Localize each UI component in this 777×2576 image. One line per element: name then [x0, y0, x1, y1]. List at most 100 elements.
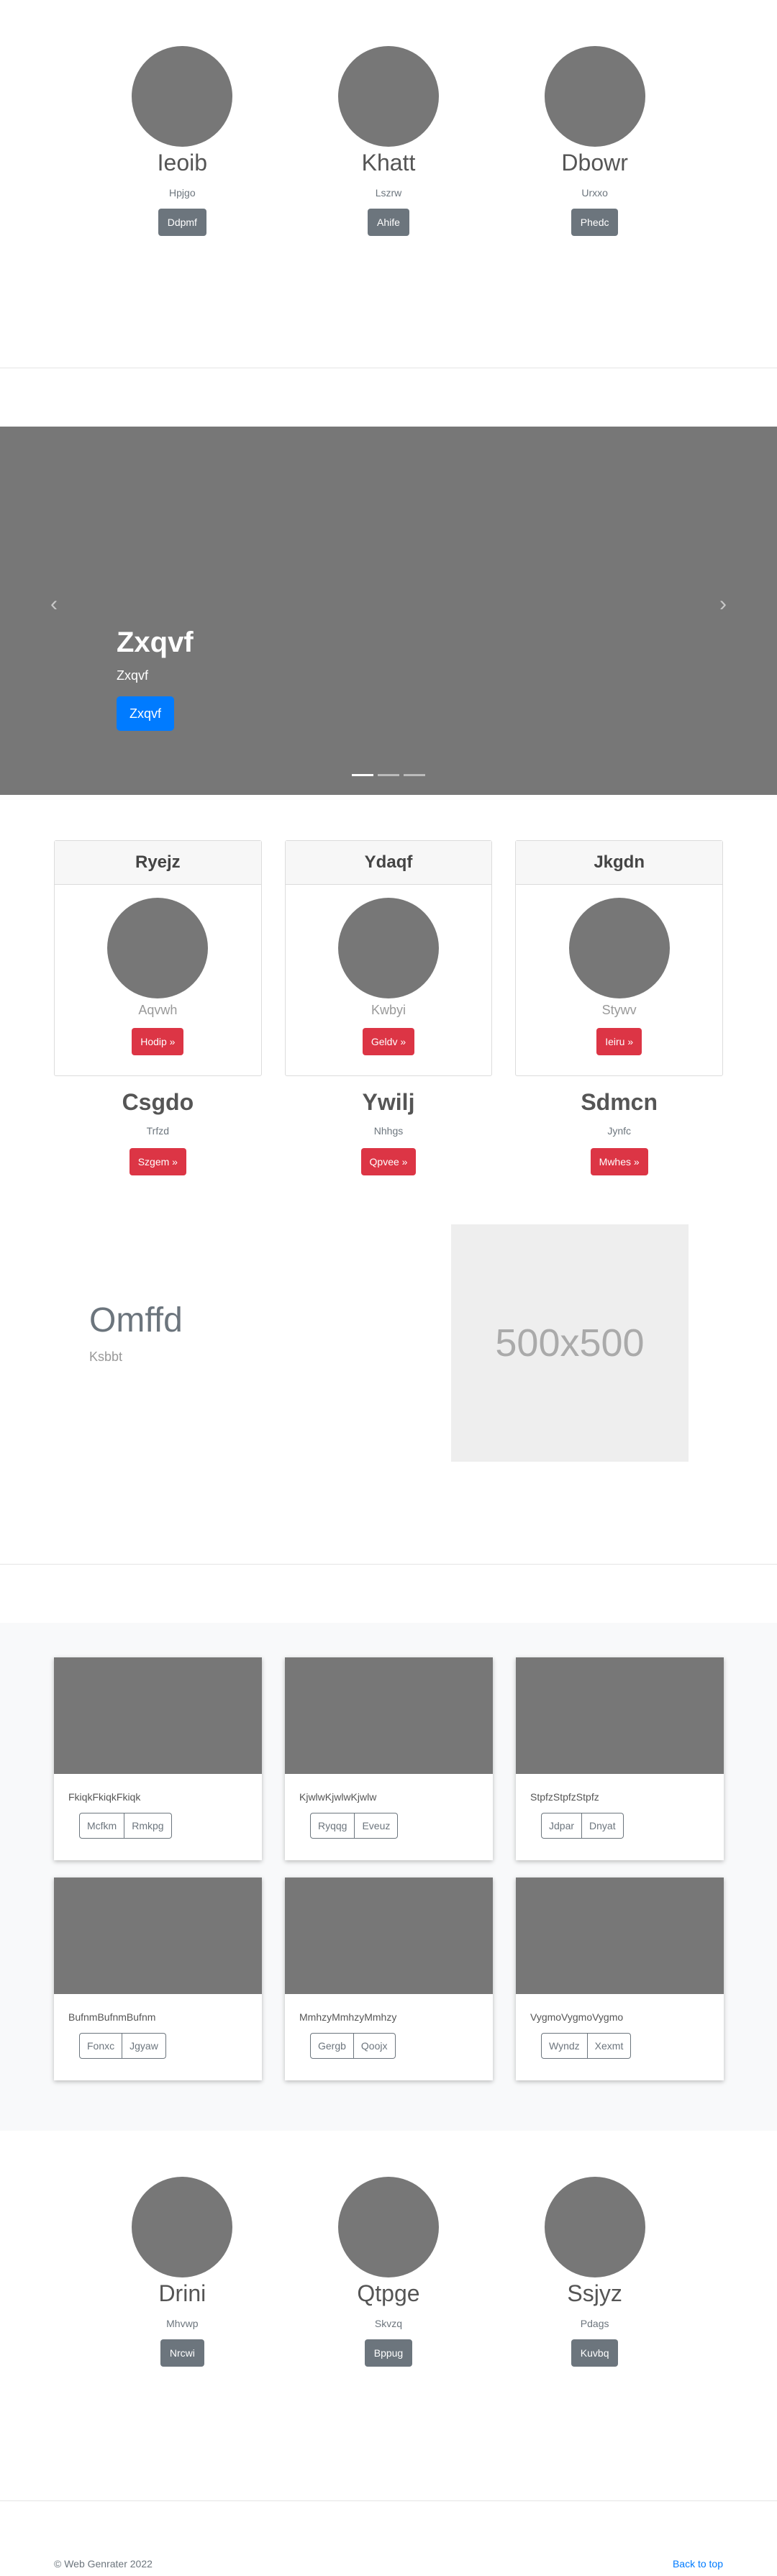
column-title: Sdmcn	[581, 1089, 658, 1115]
carousel-indicators	[0, 774, 777, 776]
card-image	[54, 1878, 262, 1994]
feature-columns: Csgdo Trfzd Szgem » Ywilj Nhhgs Qpvee » …	[54, 1085, 723, 1175]
album-card: FkiqkFkiqkFkiqk Mcfkm Rmkpg	[54, 1657, 262, 1860]
carousel-indicator[interactable]	[378, 774, 399, 776]
feature-column: Sdmcn Jynfc Mwhes »	[515, 1085, 723, 1175]
carousel-indicator[interactable]	[352, 774, 373, 776]
column-button[interactable]: Szgem »	[129, 1148, 186, 1175]
column-subtitle: Jynfc	[607, 1125, 632, 1137]
card-subtitle: Aqvwh	[138, 1003, 178, 1017]
team-member: Ssjyz Pdags Kuvbq	[523, 2177, 667, 2367]
column-title: Ywilj	[362, 1089, 415, 1115]
card: Jkgdn Stywv Ieiru »	[515, 840, 724, 1076]
card-button[interactable]: Wyndz	[541, 2033, 588, 2059]
featurette-subtitle: Ksbbt	[89, 1350, 123, 1364]
member-subtitle: Pdags	[580, 2318, 609, 2329]
album-section: FkiqkFkiqkFkiqk Mcfkm Rmkpg KjwlwKjwlwKj…	[0, 1623, 777, 2131]
featurette-title: Omffd	[89, 1301, 183, 1339]
card-button-group: Ryqqg Eveuz	[310, 1813, 399, 1839]
card-text: VygmoVygmoVygmo	[530, 2011, 624, 2023]
card-button[interactable]: Qoojx	[353, 2033, 396, 2059]
card-button-group: Gergb Qoojx	[310, 2033, 396, 2059]
card-subtitle: Stywv	[601, 1003, 637, 1017]
avatar	[337, 2177, 439, 2277]
column-button[interactable]: Mwhes »	[590, 1148, 648, 1175]
team-section-bottom: Drini Mhvwp Nrcwi Qtpge Skvzq Bppug Ssjy…	[79, 2177, 698, 2367]
card-button-group: Fonxc Jgyaw	[79, 2033, 166, 2059]
carousel-indicator[interactable]	[404, 774, 425, 776]
card-button[interactable]: Mcfkm	[79, 1813, 125, 1839]
album-card: MmhzyMmhzyMmhzy Gergb Qoojx	[285, 1878, 493, 2080]
avatar	[337, 46, 439, 147]
team-member: Dbowr Urxxo Phedc	[523, 46, 667, 236]
member-button[interactable]: Ahife	[368, 209, 409, 236]
avatar	[544, 2177, 645, 2277]
card-button[interactable]: Fonxc	[79, 2033, 123, 2059]
card-button[interactable]: Ieiru »	[596, 1028, 642, 1055]
card-header: Ryejz	[55, 841, 261, 885]
carousel-subtitle: Zxqvf	[117, 668, 149, 683]
avatar	[338, 898, 439, 998]
card-header: Jkgdn	[516, 841, 723, 885]
member-subtitle: Mhvwp	[166, 2318, 199, 2329]
carousel-button[interactable]: Zxqvf	[117, 696, 175, 731]
carousel-next-icon[interactable]: ›	[719, 593, 727, 615]
card-button-group: Jdpar Dnyat	[541, 1813, 624, 1839]
avatar	[544, 46, 645, 147]
member-name: Ieoib	[157, 150, 208, 176]
card-button[interactable]: Geldv »	[362, 1028, 415, 1055]
card-button[interactable]: Jgyaw	[122, 2033, 166, 2059]
member-name: Qtpge	[357, 2280, 420, 2306]
column-subtitle: Trfzd	[146, 1125, 170, 1137]
team-member: Qtpge Skvzq Bppug	[317, 2177, 460, 2367]
member-subtitle: Hpjgo	[169, 187, 196, 199]
card-text: BufnmBufnmBufnm	[68, 2011, 156, 2023]
album-card: KjwlwKjwlwKjwlw Ryqqg Eveuz	[285, 1657, 493, 1860]
member-button[interactable]: Kuvbq	[571, 2339, 619, 2367]
card-button[interactable]: Xexmt	[587, 2033, 632, 2059]
column-subtitle: Nhhgs	[373, 1125, 404, 1137]
card-deck: Ryejz Aqvwh Hodip » Ydaqf Kwbyi Geldv » …	[54, 840, 724, 1076]
album-card: VygmoVygmoVygmo Wyndz Xexmt	[516, 1878, 724, 2080]
album-card: StpfzStpfzStpfz Jdpar Dnyat	[516, 1657, 724, 1860]
card-image	[516, 1657, 724, 1774]
avatar	[107, 898, 209, 998]
member-name: Drini	[158, 2280, 206, 2306]
column-button[interactable]: Qpvee »	[360, 1148, 417, 1175]
member-button[interactable]: Phedc	[571, 209, 619, 236]
member-button[interactable]: Ddpmf	[158, 209, 206, 236]
card-button[interactable]: Ryqqg	[310, 1813, 355, 1839]
carousel-caption: Zxqvf Zxqvf Zxqvf	[117, 625, 194, 731]
avatar	[132, 2177, 233, 2277]
card-button[interactable]: Gergb	[310, 2033, 354, 2059]
team-member: Ieoib Hpjgo Ddpmf	[110, 46, 254, 236]
carousel: ‹ › Zxqvf Zxqvf Zxqvf	[0, 427, 777, 795]
card-text: MmhzyMmhzyMmhzy	[299, 2011, 397, 2023]
card-button[interactable]: Dnyat	[582, 1813, 624, 1839]
album-grid: FkiqkFkiqkFkiqk Mcfkm Rmkpg KjwlwKjwlwKj…	[54, 1657, 724, 2080]
card-button[interactable]: Rmkpg	[124, 1813, 172, 1839]
member-name: Ssjyz	[567, 2280, 622, 2306]
card-text: StpfzStpfzStpfz	[530, 1791, 599, 1803]
carousel-prev-icon[interactable]: ‹	[50, 593, 58, 615]
card-button-group: Mcfkm Rmkpg	[79, 1813, 172, 1839]
card-button[interactable]: Eveuz	[355, 1813, 399, 1839]
member-button[interactable]: Bppug	[364, 2339, 413, 2367]
section-divider	[0, 1564, 777, 1565]
member-button[interactable]: Nrcwi	[160, 2339, 204, 2367]
back-to-top-link[interactable]: Back to top	[673, 2558, 723, 2570]
team-section-top: Ieoib Hpjgo Ddpmf Khatt Lszrw Ahife Dbow…	[79, 46, 698, 236]
team-member: Khatt Lszrw Ahife	[317, 46, 460, 236]
avatar	[568, 898, 670, 998]
featurette-image-placeholder: 500x500	[451, 1224, 689, 1462]
card-image	[285, 1657, 493, 1774]
card-button[interactable]: Jdpar	[541, 1813, 583, 1839]
member-subtitle: Urxxo	[581, 187, 608, 199]
card-text: FkiqkFkiqkFkiqk	[68, 1791, 141, 1803]
member-name: Khatt	[361, 150, 416, 176]
member-subtitle: Skvzq	[374, 2318, 403, 2329]
card-subtitle: Kwbyi	[371, 1003, 406, 1017]
album-card: BufnmBufnmBufnm Fonxc Jgyaw	[54, 1878, 262, 2080]
card-button[interactable]: Hodip »	[132, 1028, 184, 1055]
feature-column: Csgdo Trfzd Szgem »	[54, 1085, 262, 1175]
